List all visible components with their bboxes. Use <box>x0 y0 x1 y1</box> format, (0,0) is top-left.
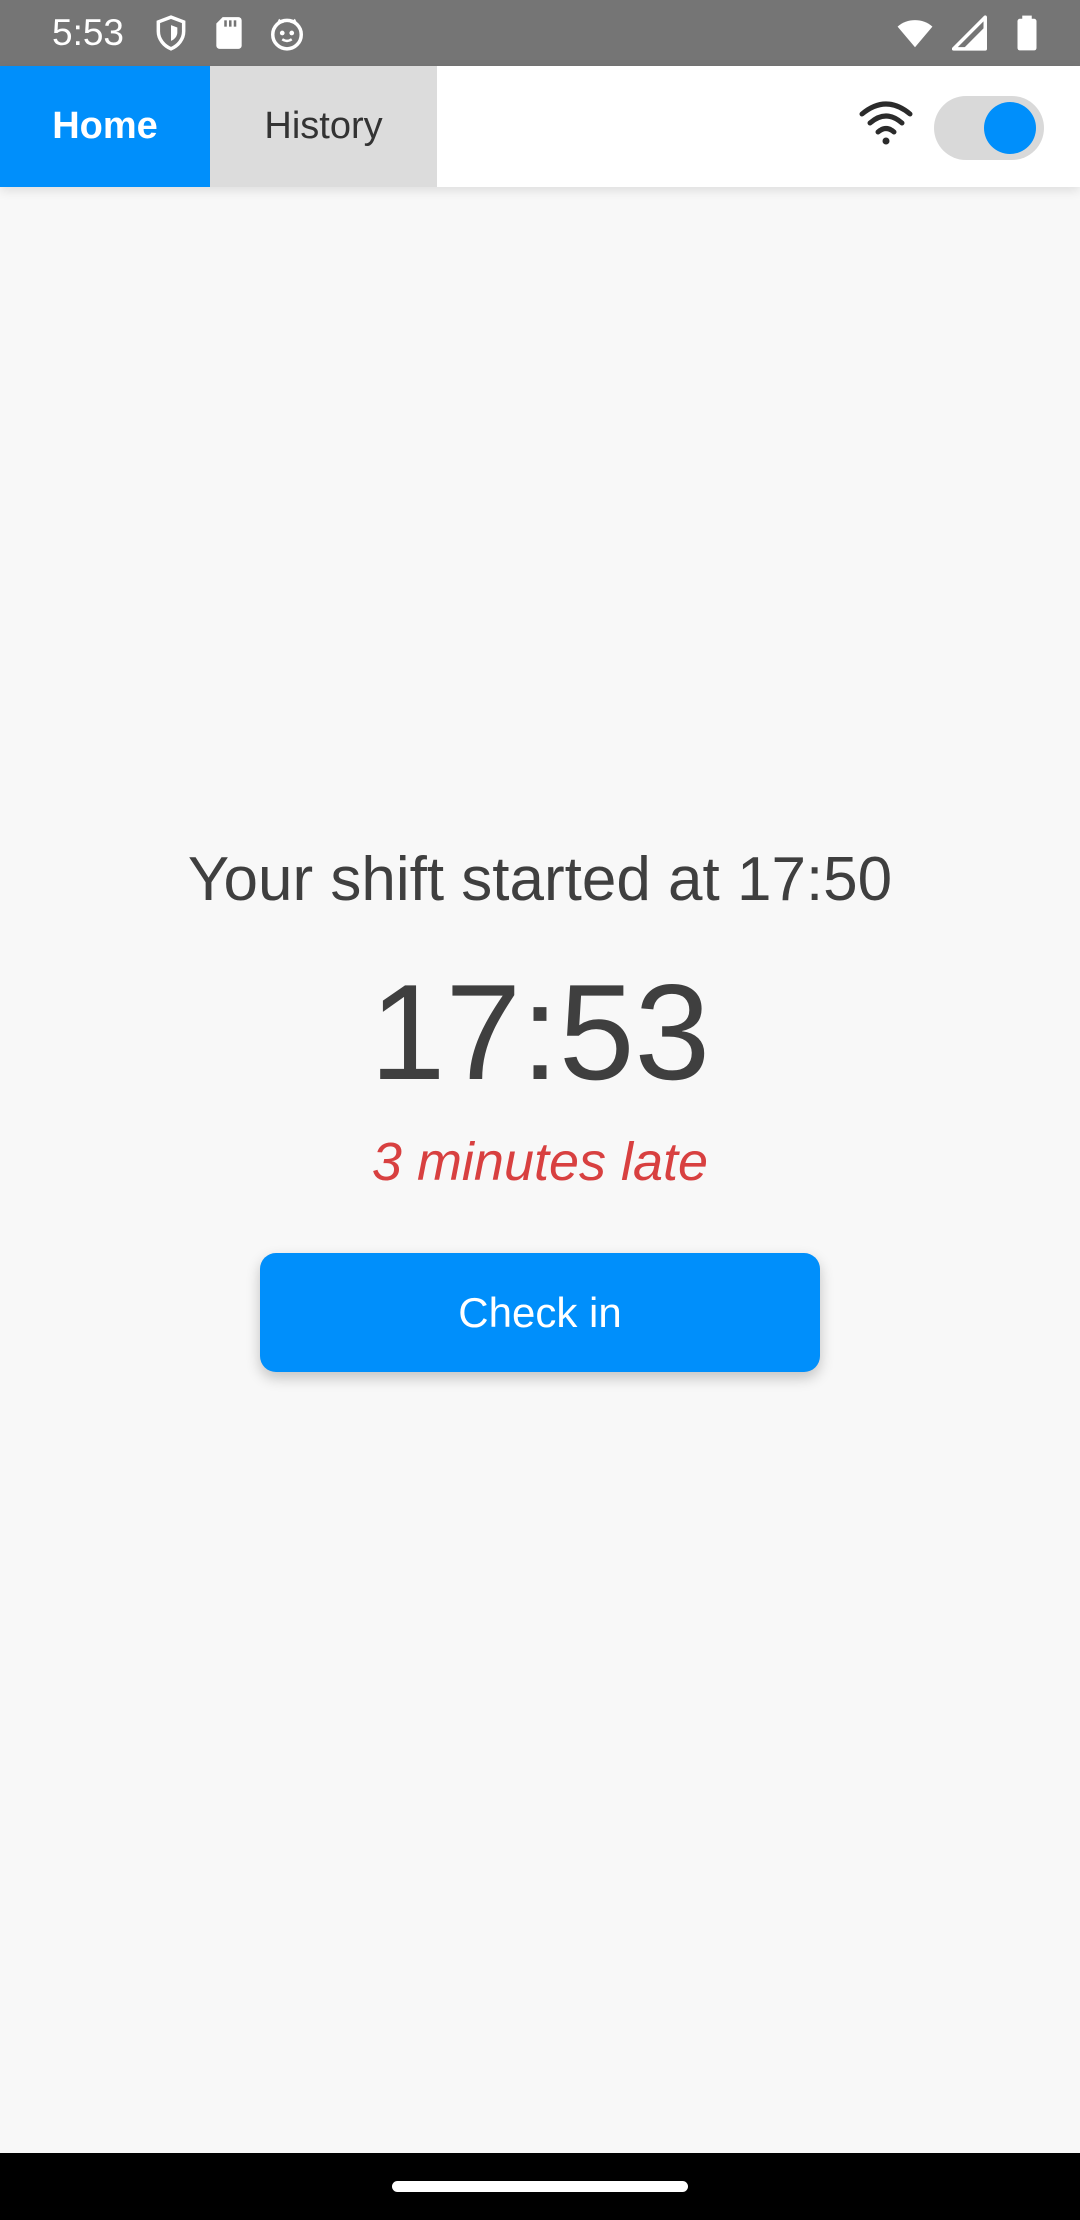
current-time: 17:53 <box>369 956 711 1108</box>
check-in-button[interactable]: Check in <box>260 1253 820 1372</box>
sd-card-icon <box>216 17 242 49</box>
cat-face-icon <box>271 18 303 51</box>
main-content: Your shift started at 17:50 17:53 3 minu… <box>0 187 1080 2153</box>
home-gesture-handle[interactable] <box>392 2181 688 2192</box>
check-in-label: Check in <box>458 1288 622 1336</box>
status-bar: 5:53 <box>0 0 1080 66</box>
app-screen: 5:53 Home History Your shift started at … <box>0 0 1080 2220</box>
battery-icon <box>1017 15 1037 51</box>
cell-signal-icon <box>952 15 987 51</box>
app-bar: Home History <box>0 66 1080 187</box>
late-status-text: 3 minutes late <box>371 1132 709 1192</box>
tab-history-label: History <box>264 105 383 147</box>
tab-home[interactable]: Home <box>0 66 210 187</box>
wifi-icon <box>859 101 913 145</box>
shift-start-text: Your shift started at 17:50 <box>187 845 893 914</box>
wifi-signal-icon <box>897 20 933 48</box>
shield-icon <box>156 15 186 51</box>
navigation-bar <box>0 2153 1080 2220</box>
status-time: 5:53 <box>52 12 125 53</box>
toggle-knob <box>984 102 1036 154</box>
connection-toggle[interactable] <box>934 96 1044 160</box>
status-left-icons <box>152 14 306 52</box>
tab-history[interactable]: History <box>210 66 437 187</box>
tab-home-label: Home <box>52 105 158 147</box>
status-right-icons <box>896 14 1046 52</box>
